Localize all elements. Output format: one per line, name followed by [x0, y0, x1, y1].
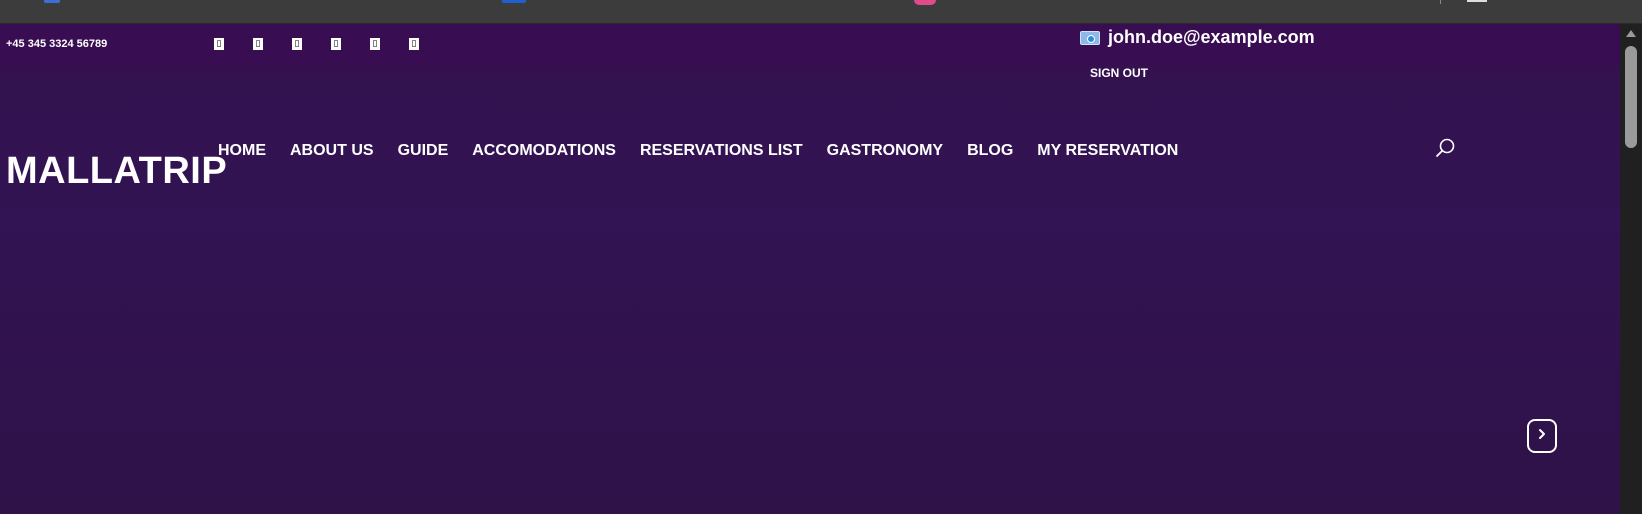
user-email: john.doe@example.com: [1108, 27, 1315, 47]
scrollbar-thumb[interactable]: [1625, 46, 1637, 148]
email-contact[interactable]: john.doe@example.com: [1080, 27, 1315, 48]
nav-guide[interactable]: GUIDE: [398, 142, 449, 160]
page-scrollbar[interactable]: [1620, 24, 1642, 514]
sign-out-link[interactable]: SIGN OUT: [1090, 66, 1148, 80]
scroll-up-arrow-icon[interactable]: [1626, 30, 1636, 37]
browser-strip-button[interactable]: [1467, 0, 1487, 2]
social-icon-3[interactable]: ▯: [292, 38, 302, 50]
phone-number: +45 345 3324 56789: [6, 38, 108, 50]
social-icon-6[interactable]: ▯: [409, 38, 419, 50]
nav-reservations-list[interactable]: RESERVATIONS LIST: [640, 142, 803, 160]
browser-tab-strip: [0, 0, 1642, 24]
browser-tab-indicator[interactable]: [44, 0, 60, 3]
nav-accomodations[interactable]: ACCOMODATIONS: [472, 142, 616, 160]
nav-my-reservation[interactable]: MY RESERVATION: [1037, 142, 1178, 160]
nav-gastronomy[interactable]: GASTRONOMY: [827, 142, 943, 160]
nav-blog[interactable]: BLOG: [967, 142, 1013, 160]
mail-icon: [1080, 30, 1100, 45]
social-icon-4[interactable]: ▯: [331, 38, 341, 50]
site-logo[interactable]: MALLATRIP: [6, 150, 227, 193]
social-links: ▯ ▯ ▯ ▯ ▯ ▯: [214, 38, 448, 50]
slider-next-button[interactable]: [1527, 419, 1557, 453]
browser-tab-indicator[interactable]: [914, 0, 936, 5]
browser-strip-divider: [1440, 0, 1441, 4]
browser-tab-indicator[interactable]: [502, 0, 526, 3]
social-icon-5[interactable]: ▯: [370, 38, 380, 50]
social-icon-2[interactable]: ▯: [253, 38, 263, 50]
main-nav: HOME ABOUT US GUIDE ACCOMODATIONS RESERV…: [218, 142, 1202, 160]
chevron-right-icon: [1536, 427, 1548, 446]
search-icon[interactable]: [1435, 137, 1457, 159]
page: +45 345 3324 56789 ▯ ▯ ▯ ▯ ▯ ▯ john.doe@…: [0, 24, 1620, 514]
nav-home[interactable]: HOME: [218, 142, 266, 160]
social-icon-1[interactable]: ▯: [214, 38, 224, 50]
top-contact-bar: +45 345 3324 56789 ▯ ▯ ▯ ▯ ▯ ▯ john.doe@…: [0, 24, 1620, 66]
nav-about-us[interactable]: ABOUT US: [290, 142, 374, 160]
